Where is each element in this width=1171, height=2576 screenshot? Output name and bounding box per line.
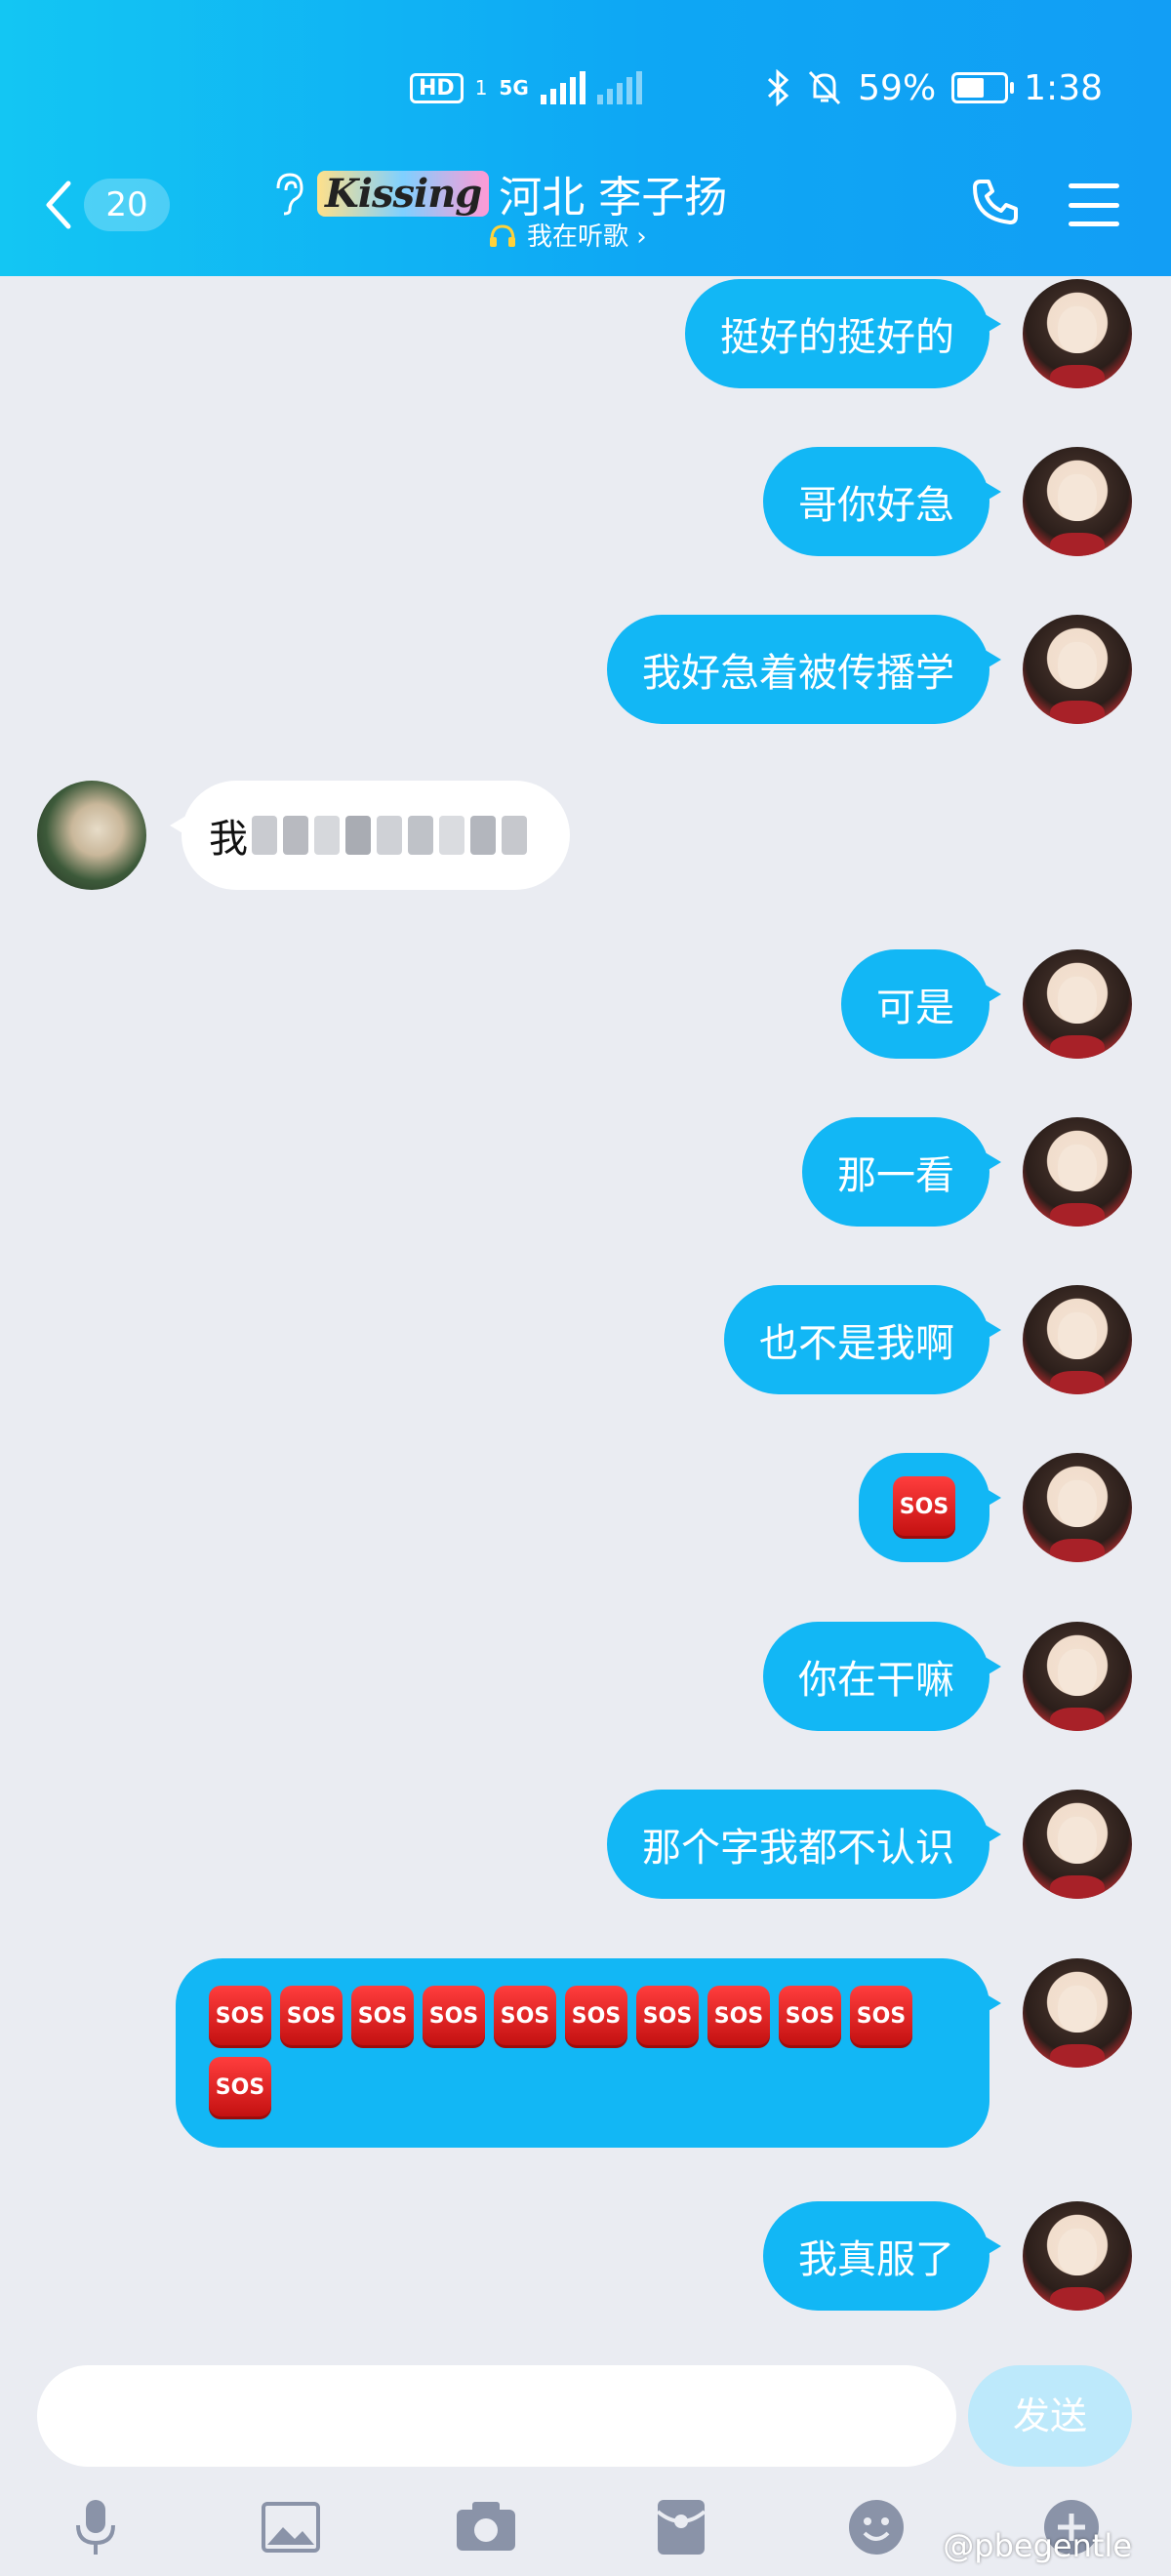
vip-logo: Kissing bbox=[317, 170, 490, 217]
red-packet-icon[interactable] bbox=[646, 2492, 716, 2562]
menu-icon[interactable] bbox=[1069, 183, 1119, 226]
message-bubble-sent[interactable]: 挺好的挺好的 bbox=[685, 279, 1001, 388]
emoji-group: SOS SOS SOS SOS SOS SOS SOS SOS SOS SOS SOS bbox=[209, 1986, 956, 2119]
listening-status[interactable]: 我在听歌 › bbox=[488, 217, 647, 253]
headphone-icon bbox=[490, 223, 515, 247]
signal-2-icon bbox=[596, 71, 642, 104]
my-avatar[interactable] bbox=[1023, 1790, 1132, 1899]
pixelated-text bbox=[252, 816, 527, 855]
hd-badge: HD bbox=[410, 72, 464, 103]
listening-text: 我在听歌 › bbox=[527, 222, 647, 252]
network-sub: 1 bbox=[474, 76, 488, 100]
message-bubble-sent[interactable]: 那个字我都不认识 bbox=[607, 1790, 1001, 1899]
send-button[interactable]: 发送 bbox=[968, 2365, 1132, 2467]
message-bubble-sent[interactable]: 也不是我啊 bbox=[724, 1285, 1001, 1394]
my-avatar[interactable] bbox=[1023, 2201, 1132, 2311]
sos-emoji: SOS bbox=[209, 2057, 271, 2119]
unread-count-badge[interactable]: 20 bbox=[84, 179, 170, 231]
sos-emoji: SOS bbox=[850, 1986, 912, 2048]
ear-icon bbox=[276, 173, 303, 216]
battery-icon bbox=[951, 72, 1015, 103]
message-text: 我 bbox=[209, 817, 248, 862]
sos-emoji: SOS bbox=[351, 1986, 414, 2048]
message-bubble-sent[interactable]: SOS bbox=[859, 1453, 1001, 1562]
microphone-icon[interactable] bbox=[61, 2492, 131, 2562]
my-avatar[interactable] bbox=[1023, 1117, 1132, 1227]
message-bubble-sent[interactable]: 那一看 bbox=[802, 1117, 1001, 1227]
signal-icon bbox=[540, 71, 586, 104]
message-bubble-sent[interactable]: 可是 bbox=[841, 949, 1001, 1059]
message-bubble-sent[interactable]: 我好急着被传播学 bbox=[607, 615, 1001, 724]
battery-percent: 59% bbox=[858, 67, 937, 108]
my-avatar[interactable] bbox=[1023, 447, 1132, 556]
message-input[interactable] bbox=[37, 2365, 956, 2467]
contact-title-row[interactable]: Kissing 河北 李子扬 bbox=[268, 162, 727, 224]
message-bubble-sent[interactable]: SOS SOS SOS SOS SOS SOS SOS SOS SOS SOS SOS bbox=[176, 1958, 1001, 2148]
contact-name: 河北 李子扬 bbox=[499, 173, 728, 222]
sos-emoji: SOS bbox=[707, 1986, 770, 2048]
image-icon[interactable] bbox=[256, 2492, 326, 2562]
my-avatar[interactable] bbox=[1023, 279, 1132, 388]
sos-emoji: SOS bbox=[209, 1986, 271, 2048]
message-bubble-sent[interactable]: 哥你好急 bbox=[763, 447, 1001, 556]
my-avatar[interactable] bbox=[1023, 949, 1132, 1059]
bluetooth-icon bbox=[768, 69, 789, 106]
emoji-group: SOS bbox=[893, 1476, 955, 1539]
network-gen: 5G bbox=[499, 76, 529, 100]
sos-emoji: SOS bbox=[779, 1986, 841, 2048]
status-bar-left: HD 1 5G bbox=[410, 59, 642, 117]
my-avatar[interactable] bbox=[1023, 615, 1132, 724]
message-bubble-sent[interactable]: 你在干嘛 bbox=[763, 1622, 1001, 1731]
status-bar-right: 59% 1:38 bbox=[766, 59, 1103, 117]
sos-emoji: SOS bbox=[423, 1986, 485, 2048]
camera-icon[interactable] bbox=[451, 2492, 521, 2562]
emoji-icon[interactable] bbox=[841, 2492, 911, 2562]
watermark: @pbegentle bbox=[943, 2527, 1132, 2564]
battery-fill bbox=[957, 78, 985, 98]
message-bubble-received[interactable]: 我 bbox=[170, 781, 570, 890]
sos-emoji: SOS bbox=[893, 1476, 955, 1539]
my-avatar[interactable] bbox=[1023, 1622, 1132, 1731]
phone-icon[interactable] bbox=[971, 178, 1020, 226]
contact-avatar[interactable] bbox=[37, 781, 146, 890]
mute-bell-icon bbox=[809, 70, 841, 105]
clock: 1:38 bbox=[1024, 67, 1103, 108]
my-avatar[interactable] bbox=[1023, 1285, 1132, 1394]
sos-emoji: SOS bbox=[494, 1986, 556, 2048]
message-bubble-sent[interactable]: 我真服了 bbox=[763, 2201, 1001, 2311]
sos-emoji: SOS bbox=[565, 1986, 627, 2048]
my-avatar[interactable] bbox=[1023, 1958, 1132, 2068]
chat-header: HD 1 5G 59% 1:38 20 Kissing 河北 李子扬 我在听歌 … bbox=[0, 0, 1171, 276]
sos-emoji: SOS bbox=[636, 1986, 699, 2048]
sos-emoji: SOS bbox=[280, 1986, 343, 2048]
my-avatar[interactable] bbox=[1023, 1453, 1132, 1562]
back-icon[interactable] bbox=[39, 176, 78, 234]
